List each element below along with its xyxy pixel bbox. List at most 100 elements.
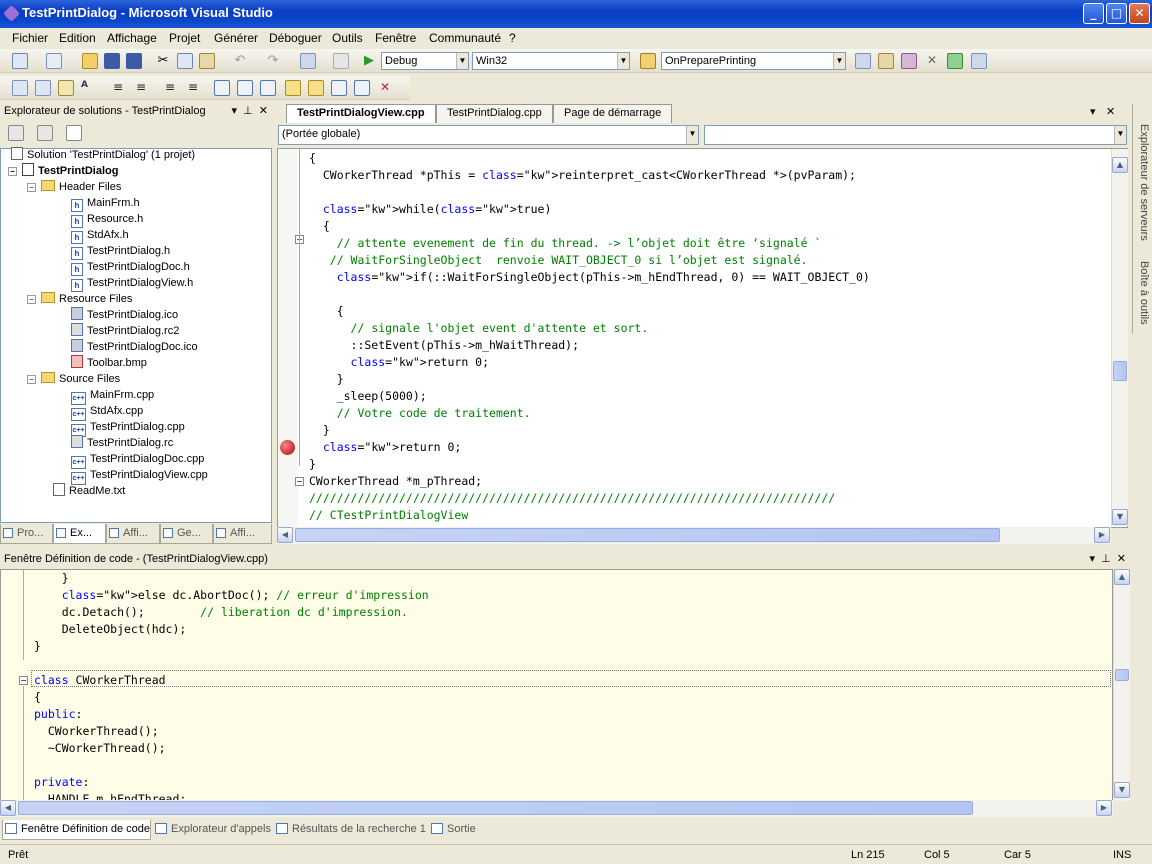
tab-class-view[interactable]: Affi...	[106, 524, 160, 544]
editor-horizontal-scrollbar[interactable]: ◀ ▶	[277, 527, 1111, 544]
toolbox-icon[interactable]: ✕	[924, 53, 940, 69]
properties-icon[interactable]	[8, 125, 24, 141]
new-project-icon[interactable]	[12, 53, 28, 69]
menu-generer[interactable]: Générer	[214, 31, 258, 45]
collapse-icon[interactable]: −	[27, 295, 36, 304]
increase-indent-icon[interactable]: ≡	[133, 80, 149, 96]
scroll-thumb[interactable]	[18, 801, 973, 815]
tab-start-page[interactable]: Page de démarrage	[553, 104, 673, 123]
file-item[interactable]: h TestPrintDialogDoc.h	[71, 259, 190, 276]
find-in-files-icon[interactable]	[640, 53, 656, 69]
file-item[interactable]: c++ TestPrintDialogDoc.cpp	[71, 451, 204, 469]
cut-icon[interactable]: ✂	[155, 53, 171, 69]
scroll-up-icon[interactable]: ▲	[1112, 157, 1128, 173]
file-item[interactable]: Toolbar.bmp	[71, 355, 147, 371]
show-all-files-icon[interactable]	[37, 125, 53, 141]
tab-property-manager[interactable]: Pro...	[0, 524, 53, 544]
code-definition-view[interactable]: − } class="kw">else dc.AbortDoc(); // er…	[0, 569, 1113, 801]
scroll-thumb[interactable]	[1115, 669, 1129, 681]
solution-explorer-icon[interactable]	[855, 53, 871, 69]
file-item[interactable]: h MainFrm.h	[71, 195, 140, 212]
member-dropdown[interactable]: ▼	[704, 125, 1127, 145]
find-combo[interactable]: OnPreparePrinting ▼	[661, 52, 846, 70]
tab-output[interactable]: Sortie	[431, 820, 476, 840]
tab-testprintdialogview-cpp[interactable]: TestPrintDialogView.cpp	[286, 104, 436, 123]
panel-controls[interactable]: ▾ ⊥ ✕	[1089, 550, 1126, 568]
prev-bookmark-icon[interactable]	[237, 80, 253, 96]
scroll-thumb[interactable]	[295, 528, 1000, 542]
open-file-icon[interactable]	[82, 53, 98, 69]
scroll-left-icon[interactable]: ◀	[277, 527, 293, 543]
quick-info-icon[interactable]	[58, 80, 74, 96]
tab-code-definition[interactable]: Fenêtre Définition de code	[2, 820, 151, 840]
panel-controls[interactable]: ▾ ⊥ ✕	[231, 102, 268, 120]
refresh-icon[interactable]	[66, 125, 82, 141]
platform-dropdown[interactable]: Win32 ▼	[472, 52, 630, 70]
properties-icon[interactable]	[878, 53, 894, 69]
save-icon[interactable]	[104, 53, 120, 69]
tab-call-browser[interactable]: Explorateur d'appels	[155, 820, 271, 840]
toggle-bookmark-icon[interactable]	[214, 80, 230, 96]
collapse-icon[interactable]: −	[27, 375, 36, 384]
breakpoint-icon[interactable]	[280, 440, 295, 455]
tab-other-view[interactable]: Affi...	[213, 524, 272, 544]
file-item[interactable]: c++ MainFrm.cpp	[71, 387, 154, 405]
definition-vertical-scrollbar[interactable]: ▲ ▼	[1113, 569, 1130, 801]
folder-header-files[interactable]: − Header Files	[27, 179, 121, 195]
navigate-backward-icon[interactable]	[300, 53, 316, 69]
paste-icon[interactable]	[199, 53, 215, 69]
copy-icon[interactable]	[177, 53, 193, 69]
solution-node[interactable]: Solution 'TestPrintDialog' (1 projet)	[11, 147, 195, 163]
next-bookmark-doc-icon[interactable]	[354, 80, 370, 96]
folder-resource-files[interactable]: − Resource Files	[27, 291, 132, 307]
menu-projet[interactable]: Projet	[169, 31, 200, 45]
collapse-icon[interactable]: −	[19, 676, 28, 685]
scroll-thumb[interactable]	[1113, 361, 1127, 381]
close-button[interactable]: ✕	[1129, 3, 1150, 24]
prev-bookmark-folder-icon[interactable]	[285, 80, 301, 96]
minimize-button[interactable]: _	[1083, 3, 1104, 24]
menu-fichier[interactable]: Fichier	[12, 31, 48, 45]
menu-affichage[interactable]: Affichage	[107, 31, 157, 45]
scroll-right-icon[interactable]: ▶	[1094, 527, 1110, 543]
scope-dropdown[interactable]: (Portée globale) ▼	[278, 125, 699, 145]
project-node[interactable]: − TestPrintDialog	[8, 163, 118, 179]
menu-outils[interactable]: Outils	[332, 31, 363, 45]
comment-icon[interactable]: ≡	[162, 80, 178, 96]
editor-tab-controls[interactable]: ▾ ✕	[1090, 105, 1115, 118]
tab-find-results[interactable]: Résultats de la recherche 1	[276, 820, 426, 840]
file-item[interactable]: TestPrintDialog.rc	[71, 435, 173, 451]
scroll-right-icon[interactable]: ▶	[1096, 800, 1112, 816]
file-item[interactable]: ReadMe.txt	[53, 483, 125, 499]
tab-resource-view[interactable]: Ge...	[160, 524, 213, 544]
file-item[interactable]: h TestPrintDialog.h	[71, 243, 170, 260]
editor-vertical-scrollbar[interactable]: ▲ ▼	[1111, 149, 1128, 526]
collapse-icon[interactable]: −	[295, 477, 304, 486]
next-bookmark-icon[interactable]	[260, 80, 276, 96]
start-page-icon[interactable]	[947, 53, 963, 69]
navigate-forward-icon[interactable]	[333, 53, 349, 69]
scroll-down-icon[interactable]: ▼	[1114, 782, 1130, 798]
scroll-left-icon[interactable]: ◀	[0, 800, 16, 816]
definition-horizontal-scrollbar[interactable]: ◀ ▶	[0, 800, 1113, 817]
file-item[interactable]: TestPrintDialog.ico	[71, 307, 178, 323]
object-browser-icon[interactable]	[901, 53, 917, 69]
tab-toolbox[interactable]: Boîte à outils	[1134, 247, 1150, 332]
file-item[interactable]: TestPrintDialogDoc.ico	[71, 339, 198, 355]
display-object-icon[interactable]	[12, 80, 28, 96]
scroll-down-icon[interactable]: ▼	[1112, 509, 1128, 525]
file-item[interactable]: c++ TestPrintDialogView.cpp	[71, 467, 208, 485]
file-item[interactable]: h Resource.h	[71, 211, 143, 228]
tab-testprintdialog-cpp[interactable]: TestPrintDialog.cpp	[436, 104, 553, 123]
collapse-icon[interactable]: −	[27, 183, 36, 192]
parameter-info-icon[interactable]	[35, 80, 51, 96]
menu-help[interactable]: ?	[509, 31, 516, 45]
collapse-icon[interactable]: −	[8, 167, 17, 176]
folder-source-files[interactable]: − Source Files	[27, 371, 120, 387]
add-item-icon[interactable]	[46, 53, 62, 69]
file-item[interactable]: h StdAfx.h	[71, 227, 129, 244]
decrease-indent-icon[interactable]: ≡	[110, 80, 126, 96]
tab-server-explorer[interactable]: Explorateur de serveurs	[1134, 106, 1150, 241]
maximize-button[interactable]: □	[1106, 3, 1127, 24]
file-item[interactable]: c++ TestPrintDialog.cpp	[71, 419, 185, 437]
